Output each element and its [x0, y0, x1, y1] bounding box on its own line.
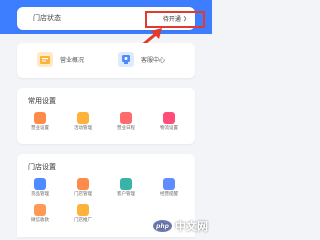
store-item-customers[interactable]: 客户管理 [106, 178, 146, 204]
settings-item-business[interactable]: 营业设置 [20, 112, 60, 138]
tile-label: 客户管理 [117, 192, 135, 197]
section-title: 常用设置 [28, 97, 56, 105]
wallet-icon [34, 204, 46, 216]
tile-label: 门店推广 [74, 218, 92, 223]
common-settings-section: 常用设置 营业设置 活动管理 营业日程 物流设置 [17, 88, 195, 144]
activity-icon [77, 112, 89, 124]
tile-label: 营业日程 [117, 126, 135, 131]
store-item-payments[interactable]: 微信收款 [20, 204, 60, 230]
settings-item-schedule[interactable]: 营业日程 [106, 112, 146, 138]
tile-label: 营业设置 [31, 126, 49, 131]
shortcut-label: 营业概况 [60, 57, 85, 64]
settings-item-activity[interactable]: 活动管理 [63, 112, 103, 138]
shortcut-card: 营业概况 客服中心 [17, 43, 195, 78]
store-item-store[interactable]: 门店管理 [63, 178, 103, 204]
settings-item-logistics[interactable]: 物流设置 [149, 112, 189, 138]
document-icon [37, 52, 53, 67]
store-icon [77, 178, 89, 190]
users-icon [120, 178, 132, 190]
store-item-reminders[interactable]: 经营提醒 [149, 178, 189, 204]
store-item-goods[interactable]: 货品管理 [20, 178, 60, 204]
tile-label: 门店管理 [74, 192, 92, 197]
php-logo: php [153, 220, 172, 232]
highlight-box [145, 11, 205, 28]
tile-label: 货品管理 [31, 192, 49, 197]
bell-icon [163, 178, 175, 190]
store-status-card: 门店状态 待开通 ❯ [17, 7, 205, 30]
goods-icon [34, 178, 46, 190]
calendar-icon [120, 112, 132, 124]
watermark: php 中文网 [153, 218, 208, 234]
share-icon [77, 204, 89, 216]
tile-label: 微信收款 [31, 218, 49, 223]
tile-label: 经营提醒 [160, 192, 178, 197]
service-icon [118, 52, 134, 67]
store-item-promotion[interactable]: 门店推广 [63, 204, 103, 230]
tile-label: 活动管理 [74, 126, 92, 131]
watermark-text: 中文网 [175, 220, 208, 233]
store-status-label: 门店状态 [33, 14, 61, 22]
truck-icon [163, 112, 175, 124]
shortcut-business-overview[interactable]: 营业概况 [37, 52, 84, 67]
shortcut-service-center[interactable]: 客服中心 [118, 52, 165, 67]
section-title: 门店设置 [28, 163, 56, 171]
shortcut-label: 客服中心 [141, 57, 166, 64]
tile-label: 物流设置 [160, 126, 178, 131]
settings-icon [34, 112, 46, 124]
